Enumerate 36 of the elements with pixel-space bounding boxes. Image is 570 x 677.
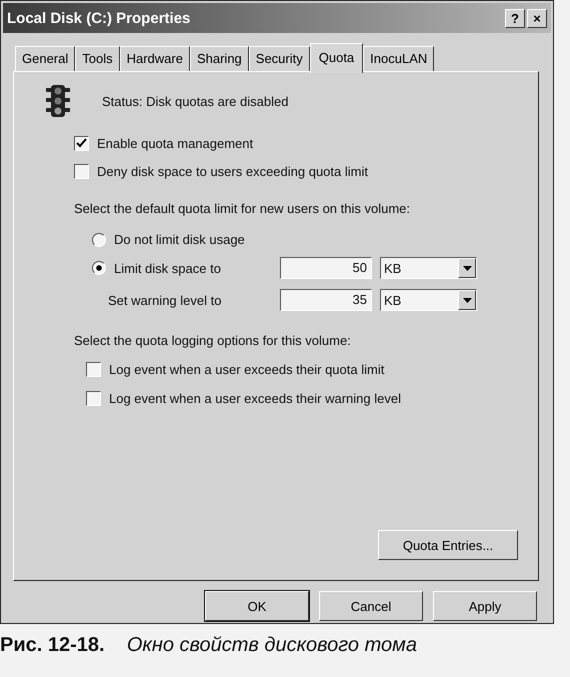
- radio-button[interactable]: [92, 261, 106, 275]
- checkbox[interactable]: [86, 391, 101, 406]
- unit-dropdown[interactable]: KB: [380, 289, 477, 311]
- field-label: Set warning level to: [108, 292, 222, 308]
- tab[interactable]: General: [15, 46, 76, 71]
- checkbox-label: Deny disk space to users exceeding quota limit: [97, 164, 368, 179]
- tab[interactable]: Quota: [310, 43, 364, 73]
- tab[interactable]: Sharing: [190, 46, 249, 71]
- tab[interactable]: Tools: [75, 46, 120, 71]
- input-field[interactable]: 50: [280, 257, 372, 279]
- radio-label: Limit disk space to: [114, 260, 221, 276]
- checkbox[interactable]: [86, 362, 101, 377]
- apply-button[interactable]: Apply: [433, 591, 537, 621]
- checkbox-label: Enable quota management: [97, 136, 254, 151]
- checkbox-label: Log event when a user exceeds their quota limit: [109, 362, 384, 377]
- checkbox-label: Log event when a user exceeds their warning level: [109, 391, 401, 406]
- cancel-button[interactable]: Cancel: [319, 591, 423, 621]
- tab[interactable]: Hardware: [120, 46, 190, 71]
- window-title: Local Disk (C:) Properties: [7, 10, 190, 26]
- radio-button[interactable]: [92, 232, 106, 246]
- section-label: Select the default quota limit for new users on this volume:: [74, 201, 412, 216]
- radio-label: Do not limit disk usage: [114, 232, 245, 247]
- tab[interactable]: InocuLAN: [363, 46, 434, 71]
- status-text: Status: Disk quotas are disabled: [102, 94, 288, 108]
- input-field[interactable]: 35: [280, 289, 372, 311]
- checkbox[interactable]: [74, 164, 89, 179]
- quota-entries-button[interactable]: Quota Entries...: [378, 530, 518, 560]
- section-label: Select the quota logging options for this volume:: [74, 333, 352, 348]
- figure-caption: Рис. 12-18. Окно свойств дискового тома: [0, 634, 418, 657]
- traffic-light-icon: [44, 84, 72, 118]
- ok-button[interactable]: OK: [205, 591, 309, 621]
- tab[interactable]: Security: [248, 46, 310, 71]
- checkbox[interactable]: [74, 136, 89, 151]
- help-button[interactable]: ?: [505, 8, 525, 28]
- close-button[interactable]: ×: [527, 8, 547, 28]
- unit-dropdown[interactable]: KB: [380, 257, 477, 279]
